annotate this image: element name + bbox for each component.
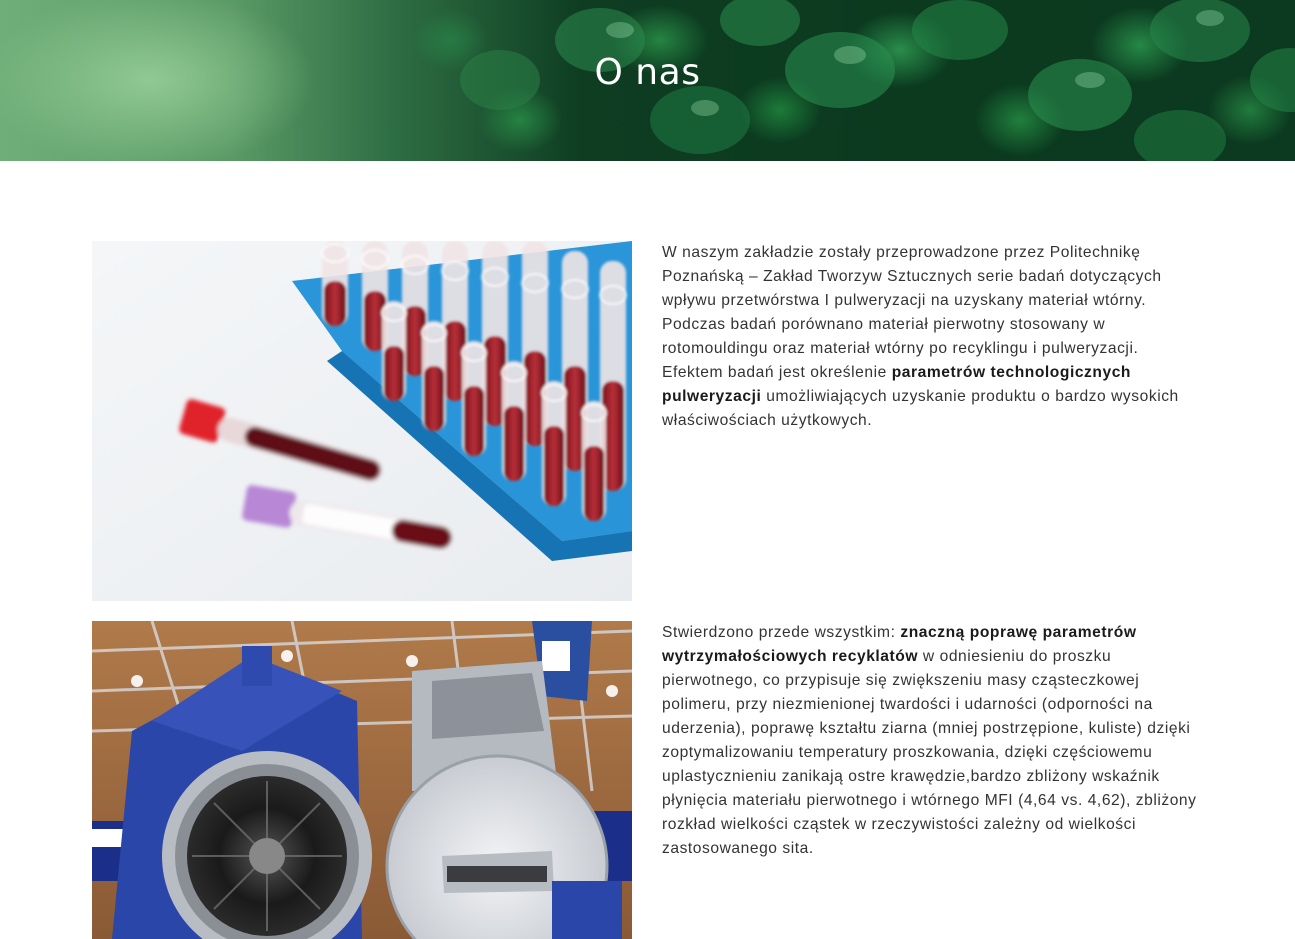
findings-text-details: w odniesieniu do proszku pierwotnego, co…: [662, 648, 1197, 857]
test-tubes-photo: [92, 241, 632, 601]
hero-banner: O nas: [0, 0, 1295, 161]
pulverizer-machine-photo: [92, 621, 632, 939]
findings-text-intro: Stwierdzono przede wszystkim:: [662, 624, 901, 641]
research-text-intro: W naszym zakładzie zostały przeprowadzon…: [662, 244, 1162, 381]
page-title: O nas: [594, 52, 701, 93]
content-section-research: W naszym zakładzie zostały przeprowadzon…: [92, 241, 1202, 601]
research-paragraph: W naszym zakładzie zostały przeprowadzon…: [662, 241, 1202, 433]
findings-paragraph: Stwierdzono przede wszystkim: znaczną po…: [662, 621, 1202, 861]
content-section-findings: Stwierdzono przede wszystkim: znaczną po…: [92, 621, 1202, 939]
